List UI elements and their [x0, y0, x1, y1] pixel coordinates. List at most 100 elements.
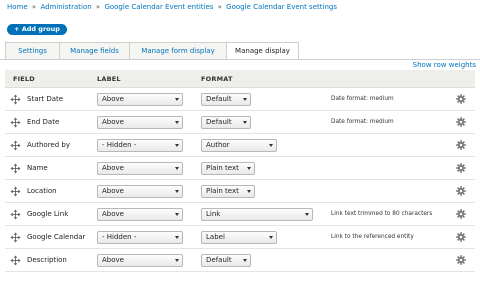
breadcrumb-separator: » — [95, 3, 101, 11]
chevron-down-icon — [243, 98, 247, 101]
format-summary: Date format: medium — [331, 119, 394, 125]
tab-manage-form-display[interactable]: Manage form display — [129, 42, 226, 60]
table-row: Location Above Plain text — [5, 180, 475, 203]
label-select-value: - Hidden - — [102, 141, 137, 149]
format-summary: Date format: medium — [331, 96, 394, 102]
table-row: End Date Above Default Date format: medium — [5, 111, 475, 134]
chevron-down-icon — [175, 121, 179, 124]
move-handle-icon[interactable] — [10, 117, 21, 128]
chevron-down-icon — [247, 190, 251, 193]
label-select-value: Above — [102, 118, 124, 126]
move-handle-icon[interactable] — [10, 186, 21, 197]
label-select[interactable]: - Hidden - — [97, 139, 183, 152]
chevron-down-icon — [175, 236, 179, 239]
tab-settings[interactable]: Settings — [5, 42, 59, 60]
column-header-format: FORMAT — [201, 75, 233, 83]
move-handle-icon[interactable] — [10, 232, 21, 243]
tab-manage-display[interactable]: Manage display — [226, 42, 299, 60]
chevron-down-icon — [175, 259, 179, 262]
breadcrumb-administration[interactable]: Administration — [40, 3, 91, 11]
field-display-table: FIELD LABEL FORMAT Start Date Above Defaul… — [5, 70, 475, 272]
field-name: Authored by — [27, 141, 70, 149]
breadcrumb-entities[interactable]: Google Calendar Event entities — [104, 3, 213, 11]
label-select[interactable]: Above — [97, 162, 183, 175]
breadcrumb: Home » Administration » Google Calendar … — [7, 3, 337, 11]
field-name: Description — [27, 256, 67, 264]
breadcrumb-separator: » — [217, 3, 222, 11]
format-select-value: Plain text — [206, 187, 239, 195]
chevron-down-icon — [175, 144, 179, 147]
format-select-value: Link — [206, 210, 221, 218]
table-row: Google Calendar - Hidden - Label Link to th… — [5, 226, 475, 249]
label-select[interactable]: Above — [97, 116, 183, 129]
tab-manage-fields[interactable]: Manage fields — [59, 42, 129, 60]
format-select[interactable]: Author — [201, 139, 277, 152]
gear-icon[interactable] — [456, 140, 466, 150]
label-select[interactable]: Above — [97, 254, 183, 267]
column-header-field: FIELD — [13, 75, 35, 83]
field-name: Start Date — [27, 95, 64, 103]
format-select[interactable]: Link — [201, 208, 313, 221]
format-select-value: Default — [206, 118, 232, 126]
label-select[interactable]: Above — [97, 208, 183, 221]
chevron-down-icon — [243, 259, 247, 262]
label-select-value: Above — [102, 210, 124, 218]
label-select-value: Above — [102, 164, 124, 172]
move-handle-icon[interactable] — [10, 140, 21, 151]
label-select-value: - Hidden - — [102, 233, 137, 241]
chevron-down-icon — [175, 167, 179, 170]
gear-icon[interactable] — [456, 232, 466, 242]
field-name: End Date — [27, 118, 60, 126]
tab-divider — [0, 59, 480, 60]
format-select[interactable]: Label — [201, 231, 277, 244]
label-select[interactable]: Above — [97, 185, 183, 198]
tab-bar: Settings Manage fields Manage form displ… — [5, 42, 299, 60]
move-handle-icon[interactable] — [10, 209, 21, 220]
field-name: Location — [27, 187, 57, 195]
gear-icon[interactable] — [456, 209, 466, 219]
label-select-value: Above — [102, 256, 124, 264]
format-select[interactable]: Default — [201, 93, 251, 106]
chevron-down-icon — [175, 190, 179, 193]
chevron-down-icon — [243, 121, 247, 124]
format-summary: Link text trimmed to 80 characters — [331, 211, 433, 217]
gear-icon[interactable] — [456, 94, 466, 104]
label-select[interactable]: Above — [97, 93, 183, 106]
label-select-value: Above — [102, 187, 124, 195]
chevron-down-icon — [175, 98, 179, 101]
field-name: Name — [27, 164, 48, 172]
move-handle-icon[interactable] — [10, 255, 21, 266]
add-group-button[interactable]: + Add group — [7, 24, 67, 35]
column-header-label: LABEL — [97, 75, 121, 83]
chevron-down-icon — [269, 236, 273, 239]
format-select[interactable]: Default — [201, 116, 251, 129]
gear-icon[interactable] — [456, 255, 466, 265]
chevron-down-icon — [175, 213, 179, 216]
format-summary: Link to the referenced entity — [331, 234, 414, 240]
table-row: Description Above Default — [5, 249, 475, 272]
breadcrumb-home[interactable]: Home — [7, 3, 28, 11]
breadcrumb-settings[interactable]: Google Calendar Event settings — [226, 3, 337, 11]
table-row: Start Date Above Default Date format: mediu… — [5, 88, 475, 111]
table-row: Google Link Above Link Link text trimmed to… — [5, 203, 475, 226]
table-row: Name Above Plain text — [5, 157, 475, 180]
chevron-down-icon — [247, 167, 251, 170]
gear-icon[interactable] — [456, 186, 466, 196]
field-name: Google Link — [27, 210, 69, 218]
show-row-weights-link[interactable]: Show row weights — [413, 61, 476, 69]
gear-icon[interactable] — [456, 163, 466, 173]
field-name: Google Calendar — [27, 233, 86, 241]
table-row: Authored by - Hidden - Author — [5, 134, 475, 157]
move-handle-icon[interactable] — [10, 94, 21, 105]
format-select[interactable]: Plain text — [201, 162, 255, 175]
chevron-down-icon — [305, 213, 309, 216]
breadcrumb-separator: » — [31, 3, 37, 11]
format-select[interactable]: Plain text — [201, 185, 255, 198]
format-select[interactable]: Default — [201, 254, 251, 267]
gear-icon[interactable] — [456, 117, 466, 127]
format-select-value: Label — [206, 233, 225, 241]
move-handle-icon[interactable] — [10, 163, 21, 174]
label-select[interactable]: - Hidden - — [97, 231, 183, 244]
table-body: Start Date Above Default Date format: mediu… — [5, 88, 475, 272]
label-select-value: Above — [102, 95, 124, 103]
